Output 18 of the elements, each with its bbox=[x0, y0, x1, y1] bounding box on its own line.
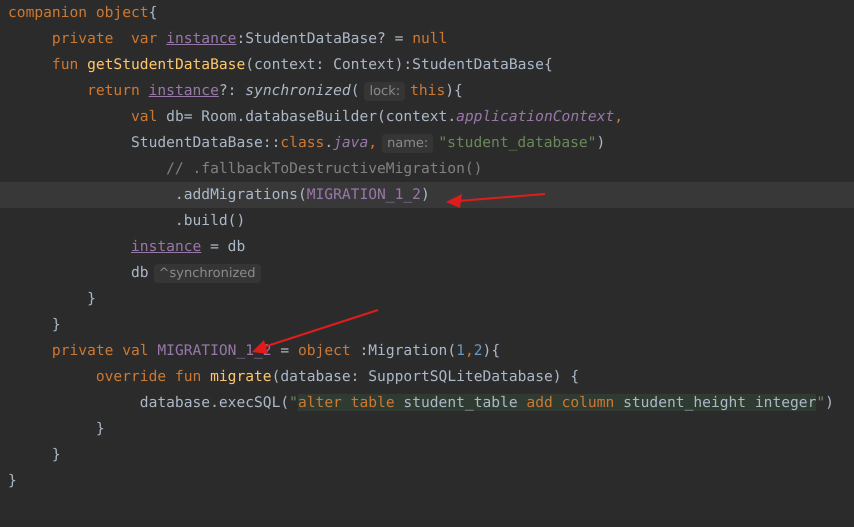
code-line: StudentDataBase::class.java, name: "student_database") bbox=[130, 133, 606, 155]
code-line: // .fallbackToDestructiveMigration() bbox=[165, 159, 482, 179]
code-line: private var instance:StudentDataBase? = null bbox=[50, 29, 448, 49]
code-line: } bbox=[86, 289, 96, 309]
code-line: companion object{ bbox=[8, 3, 158, 23]
code-line: database.execSQL("alter table student_table add column student_height integer") bbox=[138, 393, 834, 413]
code-line: .addMigrations(MIGRATION_1_2) bbox=[174, 185, 430, 205]
code-line: override fun migrate(database: SupportSQLiteDatabase) { bbox=[94, 367, 580, 387]
code-line: } bbox=[50, 315, 61, 335]
code-line: return instance?: synchronized( lock: this){ bbox=[86, 81, 463, 103]
code-line: instance = db bbox=[130, 237, 246, 257]
code-line: val db= Room.databaseBuilder(context.applicationContext, bbox=[130, 107, 624, 127]
code-line: db ^synchronized bbox=[8, 260, 266, 286]
code-line: fun getStudentDataBase(context: Context):StudentDataBase{ bbox=[50, 55, 553, 75]
code-line: .build() bbox=[174, 211, 246, 231]
code-line: } bbox=[8, 471, 17, 491]
code-line: } bbox=[94, 419, 105, 439]
code-line: } bbox=[50, 445, 61, 465]
